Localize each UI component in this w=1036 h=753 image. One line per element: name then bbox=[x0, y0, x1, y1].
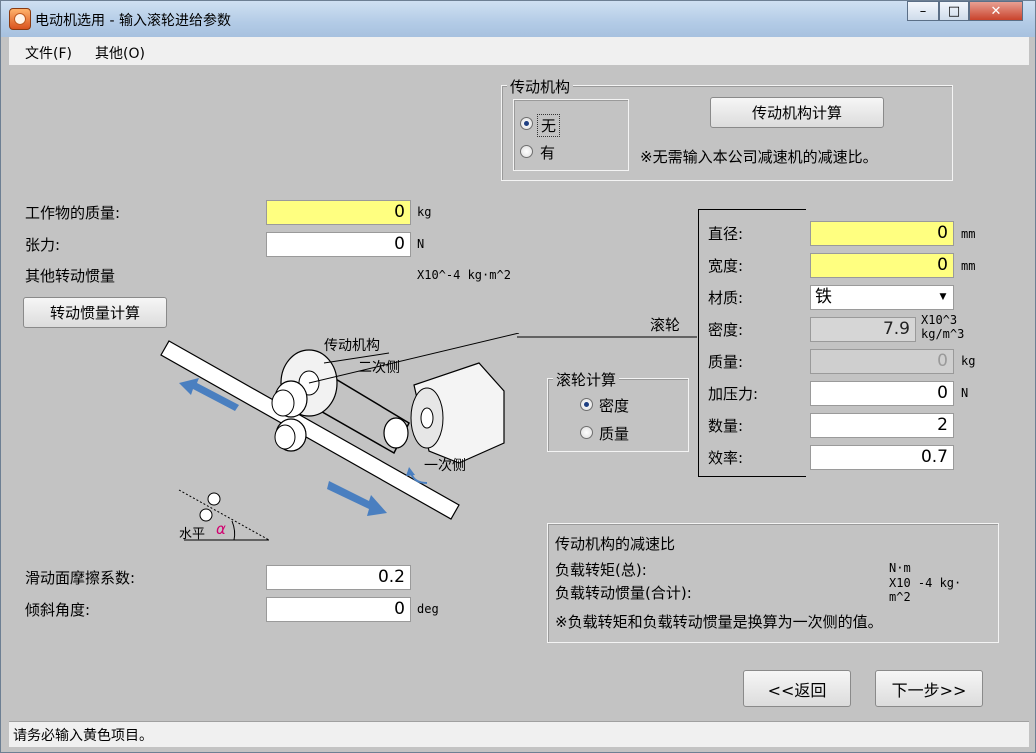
results-title: 传动机构的减速比 bbox=[555, 535, 676, 553]
load-torque-label: 负载转矩(总): bbox=[555, 561, 647, 579]
incline-alpha-label: α bbox=[216, 520, 226, 538]
motor-pulley bbox=[383, 417, 409, 449]
diagram-secondary-label: 二次侧 bbox=[358, 360, 400, 376]
transmission-none-label: 无 bbox=[537, 114, 561, 137]
tension-unit: N bbox=[417, 237, 425, 251]
menu-file[interactable]: 文件(F) bbox=[25, 43, 72, 63]
status-text: 请务必输入黄色项目。 bbox=[13, 728, 153, 744]
roller-mass-label: 质量: bbox=[708, 353, 744, 371]
roller-density-field[interactable]: 7.9 bbox=[810, 317, 916, 342]
roller-material-value: 铁 bbox=[815, 287, 832, 307]
arrow-down-right-icon bbox=[327, 481, 387, 516]
incline-horizontal-label: 水平 bbox=[179, 527, 206, 542]
roller-leader-line bbox=[517, 336, 697, 338]
transmission-calc-button[interactable]: 传动机构计算 bbox=[710, 97, 884, 128]
incline-angle-field[interactable]: 0 bbox=[266, 597, 411, 622]
roller-density-option-label: 密度 bbox=[599, 397, 630, 415]
transmission-group-title: 传动机构 bbox=[507, 76, 574, 97]
roller-material-label: 材质: bbox=[708, 289, 744, 307]
roller-calc-group-title: 滚轮计算 bbox=[553, 369, 620, 390]
roller-density-unit-exp: X10^3 bbox=[921, 313, 958, 327]
roller-mass-unit: kg bbox=[961, 354, 976, 368]
window-title: 电动机选用 - 输入滚轮进给参数 bbox=[35, 13, 231, 29]
next-button[interactable]: 下一步>> bbox=[875, 670, 983, 707]
title-bar: 电动机选用 - 输入滚轮进给参数 – □ ✕ bbox=[1, 1, 1035, 37]
incline-ball-upper bbox=[207, 492, 221, 506]
transmission-options-box bbox=[513, 99, 629, 171]
status-bar: 请务必输入黄色项目。 bbox=[9, 721, 1029, 747]
roller-mass-option-label: 质量 bbox=[599, 425, 630, 443]
tension-field[interactable]: 0 bbox=[266, 232, 411, 257]
incline-angle-label: 倾斜角度: bbox=[25, 601, 91, 619]
diagram-primary-label: 一次侧 bbox=[424, 458, 466, 474]
incline-ball-lower bbox=[199, 508, 213, 522]
menu-bar: 文件(F) 其他(O) bbox=[9, 37, 1029, 65]
roller-pressure-unit: N bbox=[961, 386, 969, 400]
roller-efficiency-field[interactable]: 0.7 bbox=[810, 445, 954, 470]
roller-diameter-field[interactable]: 0 bbox=[810, 221, 954, 246]
load-inertia-unit-exp: X10 -4 kg· bbox=[889, 576, 962, 590]
back-button[interactable]: <<返回 bbox=[743, 670, 851, 707]
main-window: 电动机选用 - 输入滚轮进给参数 – □ ✕ 文件(F) 其他(O) 传动机构 … bbox=[0, 0, 1036, 753]
workpiece-mass-field[interactable]: 0 bbox=[266, 200, 411, 225]
window-controls: – □ ✕ bbox=[907, 1, 1027, 23]
roller-diameter-label: 直径: bbox=[708, 225, 744, 243]
other-inertia-label: 其他转动惯量 bbox=[25, 267, 116, 285]
roller-density-label: 密度: bbox=[708, 321, 744, 339]
roller-width-unit: mm bbox=[961, 259, 976, 273]
load-torque-unit: N·m bbox=[889, 561, 911, 575]
diagram-transmission-label: 传动机构 bbox=[324, 338, 380, 354]
workpiece-mass-label: 工作物的质量: bbox=[25, 204, 121, 222]
minimize-button[interactable]: – bbox=[907, 1, 939, 21]
load-inertia-label: 负载转动惯量(合计): bbox=[555, 584, 692, 602]
app-icon bbox=[9, 8, 31, 30]
radio-roller-mass[interactable] bbox=[580, 426, 593, 439]
transmission-note: ※无需输入本公司减速机的减速比。 bbox=[640, 148, 878, 166]
radio-transmission-yes[interactable] bbox=[520, 145, 533, 158]
diagram-roller-label: 滚轮 bbox=[650, 316, 681, 334]
roller-count-field[interactable]: 2 bbox=[810, 413, 954, 438]
results-note: ※负载转矩和负载转动惯量是换算为一次侧的值。 bbox=[555, 613, 883, 631]
menu-other[interactable]: 其他(O) bbox=[95, 43, 145, 63]
inertia-calc-button[interactable]: 转动惯量计算 bbox=[23, 297, 167, 328]
roller-diameter-unit: mm bbox=[961, 227, 976, 241]
roller-count-label: 数量: bbox=[708, 417, 744, 435]
roller-density-unit-base: kg/m^3 bbox=[921, 327, 965, 341]
maximize-button[interactable]: □ bbox=[939, 1, 969, 21]
close-button[interactable]: ✕ bbox=[969, 1, 1023, 21]
roller-pressure-field[interactable]: 0 bbox=[810, 381, 954, 406]
roller-mass-field: 0 bbox=[810, 349, 954, 374]
roller-width-field[interactable]: 0 bbox=[810, 253, 954, 278]
client-area: 传动机构 无 有 传动机构计算 ※无需输入本公司减速机的减速比。 工作物的质量:… bbox=[9, 65, 1029, 721]
roller-params-panel bbox=[698, 209, 806, 477]
tension-label: 张力: bbox=[25, 236, 61, 254]
transmission-yes-label: 有 bbox=[540, 144, 556, 162]
roller-width-label: 宽度: bbox=[708, 257, 744, 275]
roller-material-select[interactable]: 铁 ▼ bbox=[810, 285, 954, 310]
workpiece-mass-unit: kg bbox=[417, 205, 432, 219]
friction-field[interactable]: 0.2 bbox=[266, 565, 411, 590]
roller-pressure-label: 加压力: bbox=[708, 385, 759, 403]
incline-angle-unit: deg bbox=[417, 602, 439, 616]
friction-label: 滑动面摩擦系数: bbox=[25, 569, 136, 587]
roller-efficiency-label: 效率: bbox=[708, 449, 744, 467]
radio-transmission-none[interactable] bbox=[520, 117, 533, 130]
radio-roller-density[interactable] bbox=[580, 398, 593, 411]
load-inertia-unit-base: m^2 bbox=[889, 590, 911, 604]
chevron-down-icon[interactable]: ▼ bbox=[933, 286, 953, 309]
other-inertia-unit: X10^-4 kg·m^2 bbox=[417, 268, 511, 282]
